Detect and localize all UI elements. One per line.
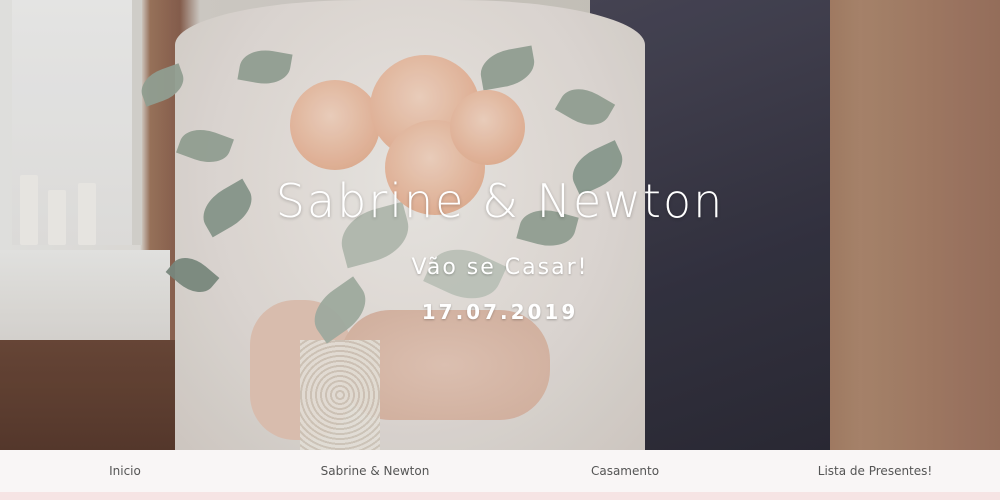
nav-item-inicio[interactable]: Inicio — [0, 464, 250, 478]
nav-item-couple[interactable]: Sabrine & Newton — [250, 464, 500, 478]
bottom-strip — [0, 492, 1000, 500]
couple-names-title: Sabrine & Newton — [275, 174, 725, 228]
main-nav: Inicio Sabrine & Newton Casamento Lista … — [0, 450, 1000, 492]
wedding-date: 17.07.2019 — [421, 300, 579, 324]
nav-item-gift-list[interactable]: Lista de Presentes! — [750, 464, 1000, 478]
hero-subtitle: Vão se Casar! — [411, 255, 589, 280]
nav-item-casamento[interactable]: Casamento — [500, 464, 750, 478]
